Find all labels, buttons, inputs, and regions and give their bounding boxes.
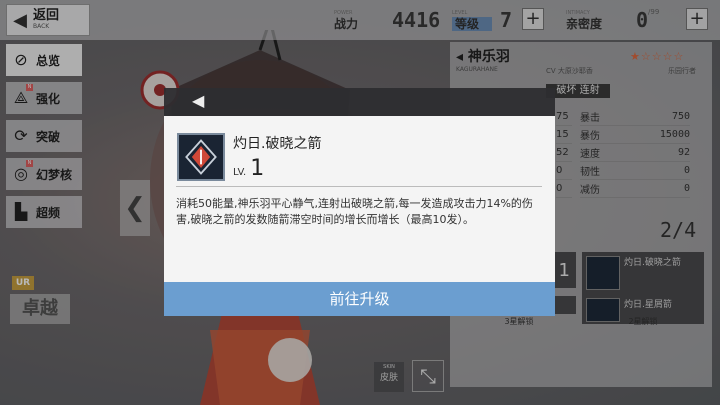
skill-name: 灼日.破晓之箭: [233, 136, 322, 152]
skill-level: LV. 1: [233, 156, 264, 181]
divider: [176, 186, 542, 187]
dialog-close-icon[interactable]: ◀: [192, 92, 206, 110]
skill-level-label: LV.: [233, 167, 247, 178]
skill-level-value: 1: [250, 156, 265, 181]
dialog-header: [164, 88, 555, 116]
go-upgrade-button[interactable]: 前往升级: [164, 282, 555, 316]
skill-description: 消耗50能量,神乐羽平心静气,连射出破晓之箭,每一发造成攻击力14%的伤害,破晓…: [176, 197, 533, 226]
skill-icon: [177, 133, 225, 181]
